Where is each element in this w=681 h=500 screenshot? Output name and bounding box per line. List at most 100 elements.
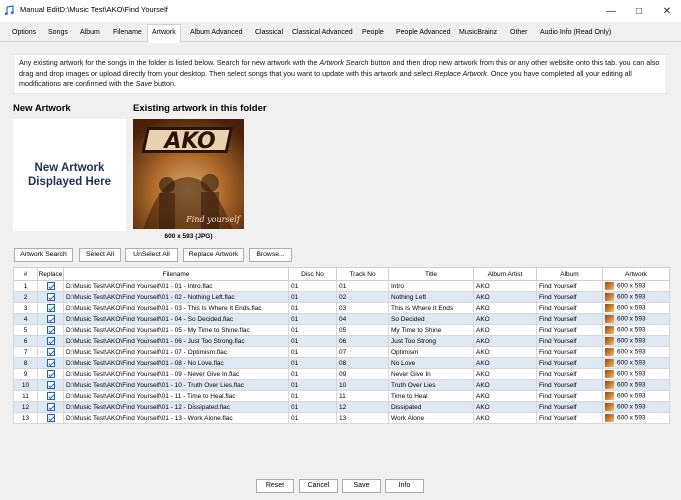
table-row[interactable]: 4 D:\Music Test\AKO\Find Yourself\01 - 0… xyxy=(13,313,670,325)
table-row[interactable]: 11 D:\Music Test\AKO\Find Yourself\01 - … xyxy=(13,390,670,402)
disc-cell: 01 xyxy=(288,390,337,402)
tab-artwork[interactable]: Artwork xyxy=(147,24,181,43)
new-artwork-heading: New Artwork xyxy=(13,103,71,114)
replace-checkbox[interactable] xyxy=(46,304,55,312)
filename-cell: D:\Music Test\AKO\Find Yourself\01 - 02 … xyxy=(63,291,289,303)
table-row[interactable]: 3 D:\Music Test\AKO\Find Yourself\01 - 0… xyxy=(13,302,670,314)
replace-checkbox[interactable] xyxy=(46,337,55,345)
column-header-track-no[interactable]: Track No xyxy=(336,267,389,281)
album-artist-cell: AKO xyxy=(473,324,537,336)
save-button[interactable]: Save xyxy=(342,479,381,493)
column-header-filename[interactable]: Filename xyxy=(63,267,289,281)
tab-classical-advanced[interactable]: Classical Advanced xyxy=(288,25,357,42)
replace-checkbox[interactable] xyxy=(46,370,55,378)
artwork-thumb-icon xyxy=(605,348,614,356)
tab-classical[interactable]: Classical xyxy=(251,25,287,42)
info-emphasis: Artwork Search xyxy=(319,58,369,67)
cancel-button[interactable]: Cancel xyxy=(299,479,338,493)
tab-audio-info[interactable]: Audio Info (Read Only) xyxy=(536,25,615,42)
album-cell: Find Yourself xyxy=(536,346,603,358)
tab-album[interactable]: Album xyxy=(76,25,104,42)
existing-artwork-thumbnail[interactable]: AKO Find yourself xyxy=(133,119,244,229)
column-header-album[interactable]: Album xyxy=(536,267,603,281)
artwork-thumb-icon xyxy=(605,370,614,378)
album-artist-cell: AKO xyxy=(473,357,537,369)
replace-checkbox[interactable] xyxy=(46,381,55,389)
album-artist-cell: AKO xyxy=(473,280,537,292)
table-row[interactable]: 5 D:\Music Test\AKO\Find Yourself\01 - 0… xyxy=(13,324,670,336)
tab-album-advanced[interactable]: Album Advanced xyxy=(186,25,247,42)
filename-cell: D:\Music Test\AKO\Find Yourself\01 - 04 … xyxy=(63,313,289,325)
table-row[interactable]: 1 D:\Music Test\AKO\Find Yourself\01 - 0… xyxy=(13,280,670,292)
artwork-size: 600 x 593 xyxy=(617,337,646,345)
unselect-all-button[interactable]: UnSelect All xyxy=(125,248,178,262)
column-header-artwork[interactable]: Artwork xyxy=(602,267,670,281)
artwork-size: 600 x 593 xyxy=(617,348,646,356)
table-header-row: # Replace Filename Disc No Track No Titl… xyxy=(13,267,670,281)
replace-checkbox[interactable] xyxy=(46,414,55,422)
track-cell: 02 xyxy=(336,291,389,303)
track-cell: 11 xyxy=(336,390,389,402)
artwork-thumb-icon xyxy=(605,293,614,301)
replace-checkbox[interactable] xyxy=(46,392,55,400)
replace-checkbox[interactable] xyxy=(46,293,55,301)
table-row[interactable]: 9 D:\Music Test\AKO\Find Yourself\01 - 0… xyxy=(13,368,670,380)
tab-musicbrainz[interactable]: MusicBrainz xyxy=(455,25,501,42)
maximize-button[interactable]: □ xyxy=(625,0,653,22)
tab-people[interactable]: People xyxy=(358,25,388,42)
album-artist-cell: AKO xyxy=(473,368,537,380)
album-artist-cell: AKO xyxy=(473,291,537,303)
select-all-button[interactable]: Select All xyxy=(79,248,121,262)
close-button[interactable]: ✕ xyxy=(653,0,681,22)
row-number: 4 xyxy=(13,313,38,325)
title-cell: Truth Over Lies xyxy=(388,379,474,391)
artwork-size: 600 x 593 xyxy=(617,414,646,422)
filename-cell: D:\Music Test\AKO\Find Yourself\01 - 13 … xyxy=(63,412,289,424)
track-cell: 05 xyxy=(336,324,389,336)
browse-button[interactable]: Browse... xyxy=(249,248,292,262)
replace-checkbox[interactable] xyxy=(46,315,55,323)
info-text: Any existing artwork for the songs in th… xyxy=(19,58,320,67)
tab-songs[interactable]: Songs xyxy=(44,25,72,42)
row-number: 7 xyxy=(13,346,38,358)
reset-button[interactable]: Reset xyxy=(256,479,294,493)
row-number: 12 xyxy=(13,401,38,413)
album-cell: Find Yourself xyxy=(536,368,603,380)
tab-filename[interactable]: Filename xyxy=(109,25,146,42)
artwork-thumb-icon xyxy=(605,315,614,323)
artwork-size: 600 x 593 xyxy=(617,326,646,334)
replace-checkbox[interactable] xyxy=(46,326,55,334)
replace-cell xyxy=(37,390,64,402)
tab-options[interactable]: Options xyxy=(8,25,40,42)
column-header-number[interactable]: # xyxy=(13,267,38,281)
column-header-title[interactable]: Title xyxy=(388,267,474,281)
info-button[interactable]: Info xyxy=(385,479,424,493)
replace-checkbox[interactable] xyxy=(46,403,55,411)
table-row[interactable]: 6 D:\Music Test\AKO\Find Yourself\01 - 0… xyxy=(13,335,670,347)
column-header-album-artist[interactable]: Album Artist xyxy=(473,267,537,281)
replace-checkbox[interactable] xyxy=(46,348,55,356)
tab-other[interactable]: Other xyxy=(506,25,532,42)
replace-checkbox[interactable] xyxy=(46,282,55,290)
replace-checkbox[interactable] xyxy=(46,359,55,367)
column-header-replace[interactable]: Replace xyxy=(37,267,64,281)
minimize-icon: — xyxy=(606,5,616,17)
title-cell: So Decided xyxy=(388,313,474,325)
table-row[interactable]: 7 D:\Music Test\AKO\Find Yourself\01 - 0… xyxy=(13,346,670,358)
artwork-size: 600 x 593 xyxy=(617,370,646,378)
column-header-disc-no[interactable]: Disc No xyxy=(288,267,337,281)
new-artwork-drop-area[interactable]: New Artwork Displayed Here xyxy=(13,119,126,231)
artwork-search-button[interactable]: Artwork Search xyxy=(14,248,73,262)
artwork-size: 600 x 593 xyxy=(617,381,646,389)
table-row[interactable]: 12 D:\Music Test\AKO\Find Yourself\01 - … xyxy=(13,401,670,413)
table-row[interactable]: 13 D:\Music Test\AKO\Find Yourself\01 - … xyxy=(13,412,670,424)
table-row[interactable]: 8 D:\Music Test\AKO\Find Yourself\01 - 0… xyxy=(13,357,670,369)
replace-cell xyxy=(37,401,64,413)
artwork-cell: 600 x 593 xyxy=(602,401,670,413)
table-row[interactable]: 2 D:\Music Test\AKO\Find Yourself\01 - 0… xyxy=(13,291,670,303)
minimize-button[interactable]: — xyxy=(597,0,625,22)
replace-artwork-button[interactable]: Replace Artwork xyxy=(183,248,244,262)
filename-cell: D:\Music Test\AKO\Find Yourself\01 - 08 … xyxy=(63,357,289,369)
tab-people-advanced[interactable]: People Advanced xyxy=(392,25,455,42)
table-row[interactable]: 10 D:\Music Test\AKO\Find Yourself\01 - … xyxy=(13,379,670,391)
